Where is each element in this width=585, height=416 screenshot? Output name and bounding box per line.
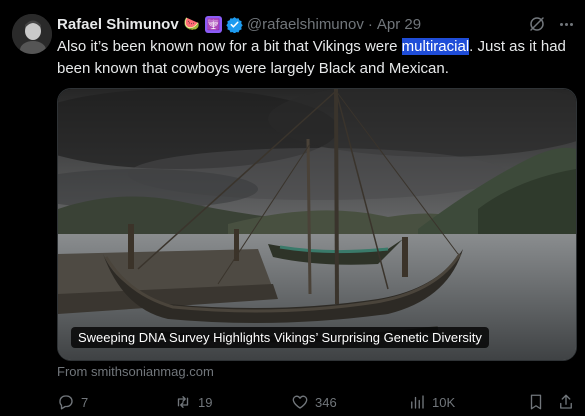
tweet-text-start: Also it’s been known now for a bit that … bbox=[57, 38, 402, 55]
highlighted-word: multiracial bbox=[401, 38, 470, 55]
author-name[interactable]: Rafael Shimunov bbox=[57, 16, 179, 33]
separator-dot: · bbox=[367, 15, 373, 33]
share-icon bbox=[560, 394, 572, 409]
bookmark-icon bbox=[530, 394, 542, 410]
watermelon-emoji: 🍉 bbox=[183, 16, 200, 31]
avatar-photo bbox=[12, 14, 52, 54]
link-card[interactable]: Sweeping DNA Survey Highlights Vikings’ … bbox=[57, 88, 577, 361]
reply-icon bbox=[59, 395, 73, 410]
more-options-icon[interactable] bbox=[556, 15, 576, 33]
verified-badge-icon[interactable] bbox=[226, 16, 243, 33]
tweet-date[interactable]: Apr 29 bbox=[377, 16, 421, 33]
share-button[interactable] bbox=[557, 392, 581, 412]
reply-button[interactable]: 7 bbox=[57, 392, 88, 412]
tweet[interactable]: Rafael Shimunov 🍉 🕎 @rafaelshimunov · Ap… bbox=[0, 0, 585, 416]
views-chart-icon bbox=[411, 395, 424, 409]
tweet-text: Also it’s been known now for a bit that … bbox=[57, 36, 577, 80]
viking-ship-photo bbox=[58, 89, 576, 360]
repost-icon bbox=[177, 396, 189, 408]
link-card-title: Sweeping DNA Survey Highlights Vikings’ … bbox=[71, 327, 489, 348]
repost-button[interactable]: 19 bbox=[174, 392, 212, 412]
view-count: 10K bbox=[432, 394, 456, 410]
repost-count: 19 bbox=[198, 394, 213, 410]
like-button[interactable]: 346 bbox=[291, 392, 337, 412]
action-bar: 7 19 346 10K bbox=[57, 392, 579, 412]
menorah-emoji: 🕎 bbox=[204, 15, 222, 33]
avatar[interactable] bbox=[12, 14, 52, 54]
reply-count: 7 bbox=[81, 394, 89, 410]
heart-icon bbox=[292, 395, 308, 409]
views-button[interactable]: 10K bbox=[408, 392, 455, 412]
grok-icon[interactable] bbox=[528, 15, 546, 33]
like-count: 346 bbox=[315, 394, 337, 410]
tweet-header: Rafael Shimunov 🍉 🕎 @rafaelshimunov · Ap… bbox=[57, 14, 421, 34]
author-handle[interactable]: @rafaelshimunov bbox=[247, 16, 364, 33]
bookmark-button[interactable] bbox=[527, 392, 551, 412]
link-source[interactable]: From smithsonianmag.com bbox=[57, 364, 214, 379]
